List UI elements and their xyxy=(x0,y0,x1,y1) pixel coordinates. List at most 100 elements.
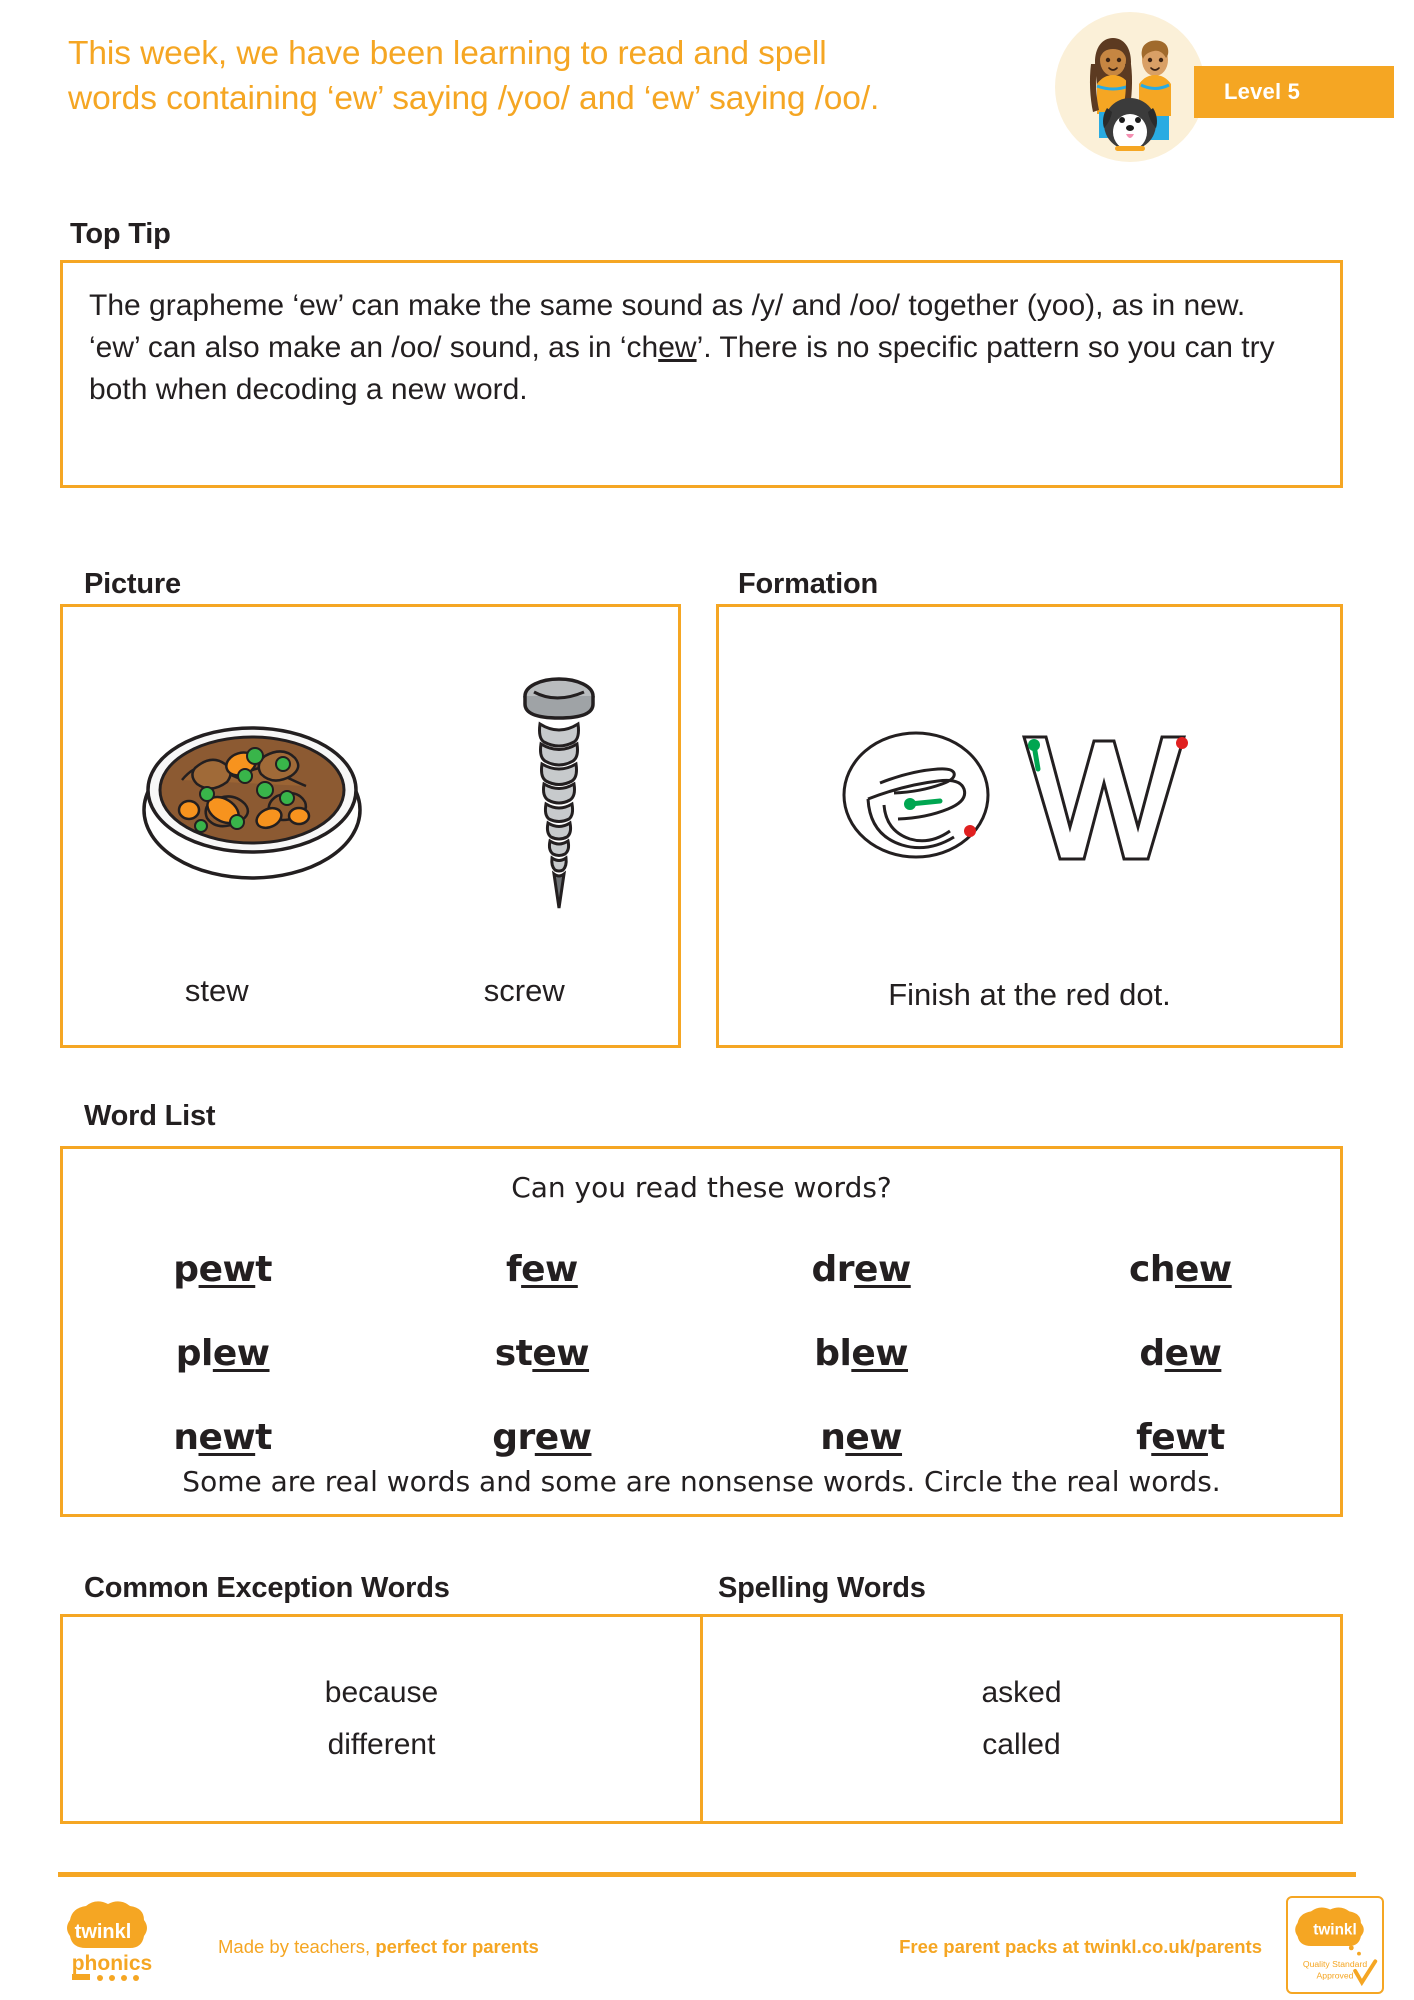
word-grapheme: ew xyxy=(1164,1332,1222,1374)
word-list-word[interactable]: blew xyxy=(702,1333,1021,1374)
word-suffix: t xyxy=(1207,1416,1225,1458)
page-title-line2: words containing ‘ew’ saying /yoo/ and ‘… xyxy=(68,80,880,117)
word-prefix: gr xyxy=(492,1416,535,1458)
screw-illustration xyxy=(514,668,604,923)
quality-standard-approved-badge: twinkl Quality Standard Approved xyxy=(1286,1896,1384,1994)
word-list-box: Can you read these words? pewt few drew che… xyxy=(60,1146,1343,1517)
worksheet-page: This week, we have been learning to read… xyxy=(0,0,1414,2000)
formation-start-marker-e xyxy=(903,798,942,810)
spelling-words-column: asked called xyxy=(703,1617,1340,1821)
word-grapheme: ew xyxy=(212,1332,270,1374)
word-prefix: n xyxy=(820,1416,846,1458)
word-prefix: n xyxy=(173,1416,199,1458)
spelling-word: called xyxy=(982,1728,1061,1761)
word-list-row: plew stew blew dew xyxy=(63,1311,1340,1395)
level-badge: Level 5 xyxy=(1194,66,1394,118)
illustration-circle-background xyxy=(1055,12,1205,162)
footer-tagline: Made by teachers, perfect for parents xyxy=(218,1936,539,1958)
word-list-row: pewt few drew chew xyxy=(63,1227,1340,1311)
badge-line1-text: Quality Standard xyxy=(1303,1959,1367,1969)
word-list-word[interactable]: stew xyxy=(382,1333,701,1374)
word-list-word[interactable]: dew xyxy=(1021,1333,1340,1374)
formation-caption: Finish at the red dot. xyxy=(888,977,1171,1012)
words-box-inner: because different asked called xyxy=(63,1617,1340,1821)
word-list-word[interactable]: grew xyxy=(382,1417,701,1458)
word-grapheme: ew xyxy=(845,1416,903,1458)
common-exception-word: because xyxy=(324,1676,439,1709)
word-prefix: bl xyxy=(814,1332,852,1374)
twinkl-phonics-logo-icon: twinkl phonics xyxy=(67,1901,153,1981)
footer-divider xyxy=(58,1872,1356,1877)
level-badge-label: Level 5 xyxy=(1224,79,1301,104)
top-tip-box: The grapheme ‘ew’ can make the same soun… xyxy=(60,260,1343,488)
badge-line2-text: Approved xyxy=(1317,1971,1354,1981)
page-title-line1: This week, we have been learning to read… xyxy=(68,35,827,72)
top-tip-underlined-grapheme: ew xyxy=(658,331,697,364)
word-list-word[interactable]: chew xyxy=(1021,1249,1340,1290)
word-prefix: pl xyxy=(175,1332,214,1374)
picture-label-screw: screw xyxy=(483,973,565,1008)
word-list-word[interactable]: fewt xyxy=(1021,1417,1340,1458)
stew-illustration xyxy=(137,698,367,893)
picture-label-stew: stew xyxy=(184,973,249,1008)
word-suffix: t xyxy=(255,1248,272,1290)
word-list-word[interactable]: pewt xyxy=(63,1249,382,1290)
page-footer: twinkl phonics Made by teachers, perfect… xyxy=(0,1884,1414,2000)
formation-box: Finish at the red dot. xyxy=(716,604,1343,1048)
word-prefix: f xyxy=(1136,1416,1152,1458)
word-prefix: f xyxy=(505,1248,522,1290)
word-grapheme: ew xyxy=(851,1332,909,1374)
common-exception-words-heading: Common Exception Words xyxy=(84,1572,450,1604)
word-list-word[interactable]: few xyxy=(382,1249,701,1290)
twinkl-phonics-logo: twinkl phonics xyxy=(56,1900,190,1992)
word-suffix: t xyxy=(255,1416,272,1458)
picture-labels-row: stew screw xyxy=(63,973,678,1009)
word-grapheme: ew xyxy=(198,1248,256,1290)
word-grapheme: ew xyxy=(1151,1416,1208,1458)
word-list-word[interactable]: drew xyxy=(702,1249,1021,1290)
children-and-dog-illustration xyxy=(1055,4,1207,162)
letter-formation-illustration xyxy=(719,641,1340,931)
bowl-of-stew-icon xyxy=(142,725,362,880)
word-list-prompt: Can you read these words? xyxy=(511,1171,892,1204)
formation-end-marker-w xyxy=(1175,737,1188,749)
word-list-word[interactable]: new xyxy=(702,1417,1021,1458)
word-prefix: ch xyxy=(1129,1248,1176,1290)
logo-phonics-text: phonics xyxy=(72,1952,153,1975)
picture-box: stew screw xyxy=(60,604,681,1048)
footer-tagline-bold: perfect for parents xyxy=(375,1936,539,1957)
picture-heading: Picture xyxy=(84,568,181,600)
word-grapheme: ew xyxy=(532,1332,590,1374)
footer-tagline-plain: Made by teachers, xyxy=(218,1936,371,1957)
ew-letter-formation-icon xyxy=(842,731,1188,861)
word-grapheme: ew xyxy=(521,1248,578,1290)
word-list-word[interactable]: plew xyxy=(63,1333,382,1374)
word-list-grid: pewt few drew chew plew stew blew dew newt grew ne… xyxy=(63,1227,1340,1479)
top-tip-line-2: ‘ew’ can also make an /oo/ sound, as in … xyxy=(89,327,1314,411)
footer-parent-packs-link[interactable]: Free parent packs at twinkl.co.uk/parent… xyxy=(899,1936,1262,1958)
children-dog-icon xyxy=(1089,38,1171,151)
spelling-words-heading: Spelling Words xyxy=(718,1572,926,1604)
word-list-heading: Word List xyxy=(84,1100,216,1132)
spelling-word: asked xyxy=(981,1676,1062,1709)
top-tip-heading: Top Tip xyxy=(70,218,171,250)
formation-end-marker-e xyxy=(963,825,976,837)
word-list-word[interactable]: newt xyxy=(63,1417,382,1458)
word-grapheme: ew xyxy=(1175,1248,1232,1290)
word-grapheme: ew xyxy=(854,1248,911,1290)
word-prefix: st xyxy=(494,1332,533,1374)
top-tip-line-1: The grapheme ‘ew’ can make the same soun… xyxy=(89,289,1246,322)
word-list-footnote: Some are real words and some are nonsens… xyxy=(182,1465,1221,1498)
top-tip-line2-before: ‘ew’ can also make an /oo/ sound, as in … xyxy=(89,331,659,364)
badge-brand-text: twinkl xyxy=(1313,1921,1356,1938)
word-prefix: d xyxy=(1139,1332,1165,1374)
screw-icon xyxy=(523,676,595,908)
page-header: This week, we have been learning to read… xyxy=(0,0,1414,172)
word-prefix: p xyxy=(173,1248,199,1290)
word-grapheme: ew xyxy=(534,1416,592,1458)
words-box: because different asked called xyxy=(60,1614,1343,1824)
logo-twinkl-text: twinkl xyxy=(75,1921,132,1943)
word-grapheme: ew xyxy=(198,1416,256,1458)
word-prefix: dr xyxy=(811,1248,855,1290)
quality-badge-icon: twinkl Quality Standard Approved xyxy=(1295,1907,1378,1987)
